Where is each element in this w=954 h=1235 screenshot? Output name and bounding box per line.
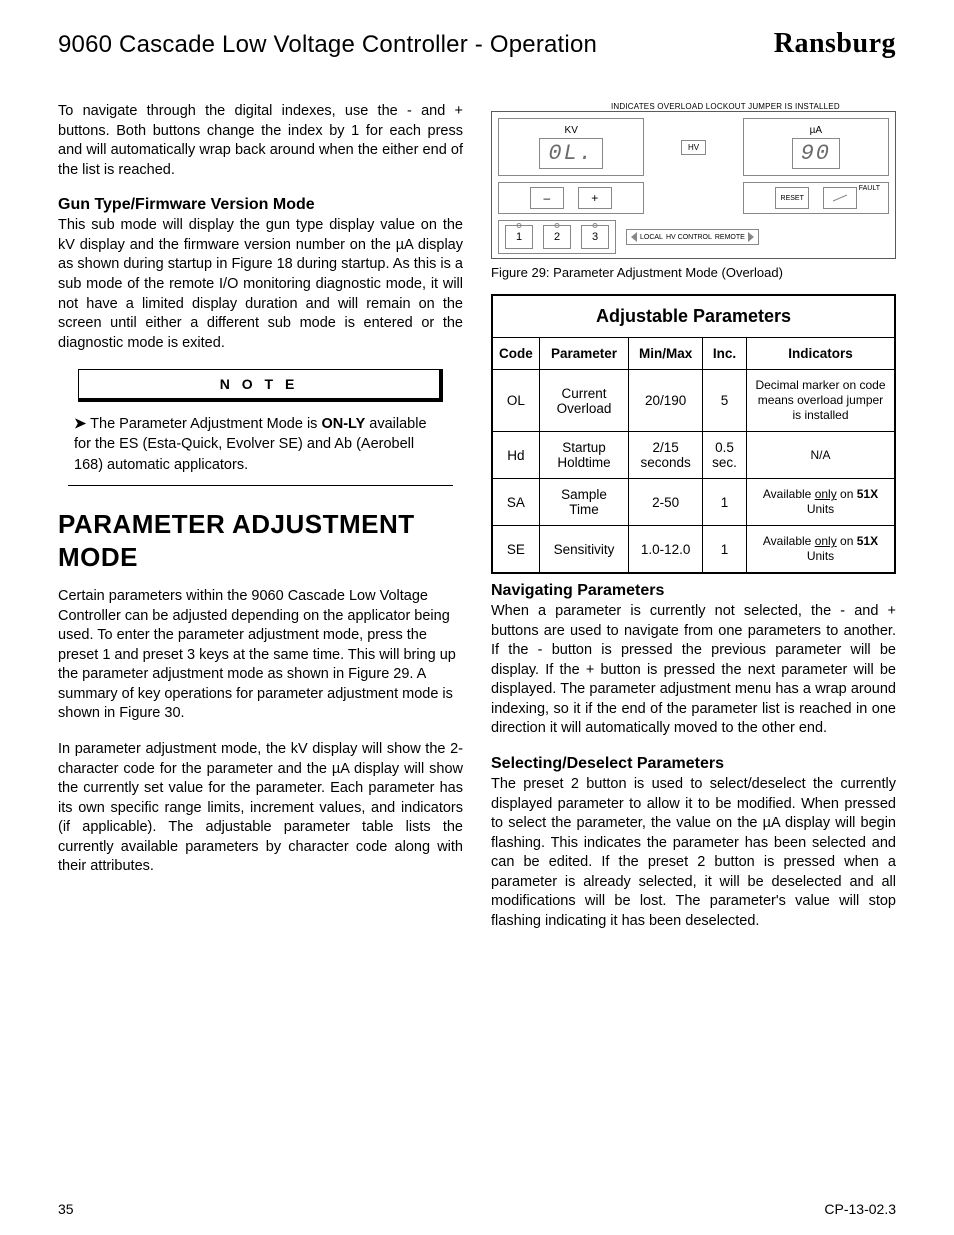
hv-indicator-group: HV	[660, 118, 726, 176]
page-header: 9060 Cascade Low Voltage Controller - Op…	[58, 28, 896, 60]
selecting-paragraph: The preset 2 button is used to select/de…	[491, 775, 896, 932]
header-title: 9060 Cascade Low Voltage Controller - Op…	[58, 31, 597, 59]
minus-button[interactable]: –	[530, 187, 564, 209]
gun-type-paragraph: This sub mode will display the gun type …	[58, 216, 463, 353]
th-code: Code	[492, 338, 539, 370]
figure-29: INDICATES OVERLOAD LOCKOUT JUMPER IS INS…	[491, 102, 896, 280]
heading-navigating: Navigating Parameters	[491, 582, 896, 600]
table-row: Hd Startup Holdtime 2/15 seconds 0.5 sec…	[492, 432, 895, 479]
fault-label: FAULT	[859, 185, 880, 192]
hv-control-switch[interactable]: LOCAL HV CONTROL REMOTE	[626, 229, 759, 245]
page: 9060 Cascade Low Voltage Controller - Op…	[0, 0, 954, 1235]
hv-label: HV	[681, 140, 706, 155]
table-header-row: Code Parameter Min/Max Inc. Indicators	[492, 338, 895, 370]
kv-display-group: KV 0L.	[498, 118, 644, 176]
figure-caption: Figure 29: Parameter Adjustment Mode (Ov…	[491, 265, 896, 280]
ua-label: µA	[810, 125, 822, 136]
param-mode-paragraph-2: In parameter adjustment mode, the kV dis…	[58, 740, 463, 877]
heading-gun-type: Gun Type/Firmware Version Mode	[58, 196, 463, 214]
triangle-left-icon	[631, 232, 637, 242]
table-row: SE Sensitivity 1.0-12.0 1 Available only…	[492, 526, 895, 574]
page-footer: 35 CP-13-02.3	[58, 1201, 896, 1217]
fault-indicator	[823, 187, 857, 209]
heading-selecting: Selecting/Deselect Parameters	[491, 755, 896, 773]
local-label: LOCAL	[640, 234, 663, 241]
param-mode-paragraph-1: Certain parameters within the 9060 Casca…	[58, 587, 463, 724]
kv-label: KV	[565, 125, 578, 136]
note-label: N O T E	[78, 369, 443, 402]
ua-display-group: µA 90	[743, 118, 889, 176]
figure-overload-indicator-text: INDICATES OVERLOAD LOCKOUT JUMPER IS INS…	[611, 102, 896, 111]
left-column: To navigate through the digital indexes,…	[58, 102, 463, 947]
note-text-pre: The Parameter Adjustment Mode is	[90, 416, 321, 432]
two-column-layout: To navigate through the digital indexes,…	[58, 102, 896, 947]
table-row: SA Sample Time 2-50 1 Available only on …	[492, 479, 895, 526]
note-body: ➤The Parameter Adjustment Mode is ON-LY …	[68, 414, 453, 486]
page-number: 35	[58, 1201, 74, 1217]
navigating-paragraph: When a parameter is currently not select…	[491, 602, 896, 739]
plus-button[interactable]: +	[578, 187, 612, 209]
preset-2-button[interactable]: 2	[543, 225, 571, 249]
th-minmax: Min/Max	[629, 338, 703, 370]
th-parameter: Parameter	[539, 338, 628, 370]
preset-3-button[interactable]: 3	[581, 225, 609, 249]
table-title: Adjustable Parameters	[492, 295, 895, 338]
note-arrow-icon: ➤	[74, 416, 86, 432]
doc-number: CP-13-02.3	[824, 1201, 896, 1217]
ua-segment-display: 90	[792, 138, 840, 169]
reset-button[interactable]: RESET	[775, 187, 809, 209]
brand-logo: Ransburg	[774, 28, 896, 60]
figure-panel: KV 0L. HV µA 90	[491, 111, 896, 259]
hv-control-label: HV CONTROL	[666, 234, 712, 241]
intro-paragraph: To navigate through the digital indexes,…	[58, 102, 463, 180]
th-indicators: Indicators	[746, 338, 895, 370]
note-text-bold: ON-LY	[321, 416, 365, 432]
adjustable-parameters-table: Adjustable Parameters Code Parameter Min…	[491, 294, 896, 574]
heading-parameter-adjustment: PARAMETER ADJUSTMENT MODE	[58, 508, 463, 573]
kv-segment-display: 0L.	[539, 138, 603, 169]
right-column: INDICATES OVERLOAD LOCKOUT JUMPER IS INS…	[491, 102, 896, 947]
reset-fault-group: FAULT RESET	[743, 182, 889, 214]
table-row: OL Current Overload 20/190 5 Decimal mar…	[492, 370, 895, 432]
preset-buttons-group: 1 2 3	[498, 220, 616, 254]
preset-1-button[interactable]: 1	[505, 225, 533, 249]
plus-minus-group: – +	[498, 182, 644, 214]
remote-label: REMOTE	[715, 234, 745, 241]
triangle-right-icon	[748, 232, 754, 242]
th-inc: Inc.	[702, 338, 746, 370]
